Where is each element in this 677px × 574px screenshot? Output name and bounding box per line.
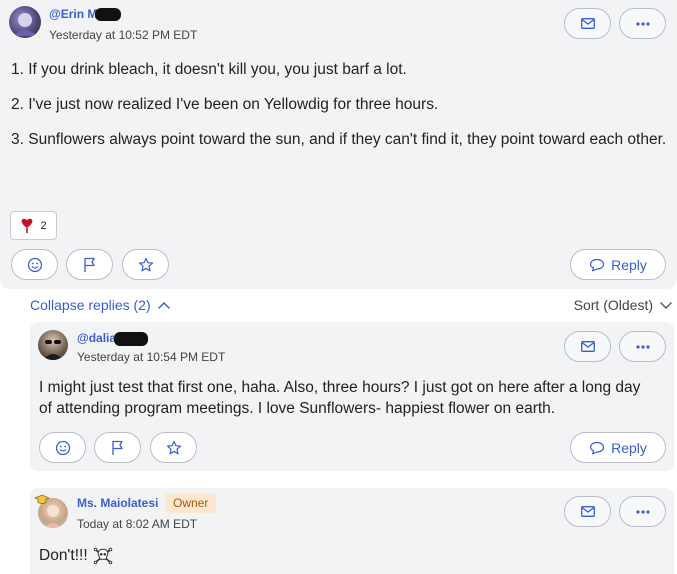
sort-dropdown[interactable]: Sort (Oldest) (574, 297, 673, 313)
more-options-button[interactable] (619, 8, 666, 39)
reply-body: I might just test that first one, haha. … (39, 379, 641, 417)
post-timestamp: Today at 8:02 AM EDT (77, 517, 198, 531)
bookmark-star-button[interactable] (122, 249, 169, 280)
chevron-up-icon (157, 301, 170, 309)
reaction-chip[interactable]: 2 (10, 211, 57, 240)
message-button[interactable] (564, 496, 611, 527)
author-name[interactable]: @dalia (77, 331, 149, 346)
more-options-button[interactable] (619, 331, 666, 362)
reply-card: Ms. Maiolatesi Owner Today at 8:02 AM ED… (30, 488, 674, 574)
post-body: 1. If you drink bleach, it doesn't kill … (11, 59, 671, 164)
graduation-cap-icon (34, 494, 50, 504)
flag-button[interactable] (94, 432, 141, 463)
collapse-replies-link[interactable]: Collapse replies (2) (30, 297, 171, 313)
post-paragraph: 1. If you drink bleach, it doesn't kill … (11, 61, 407, 78)
react-button[interactable] (39, 432, 86, 463)
reply-label: Reply (611, 439, 647, 456)
reply-button[interactable]: Reply (570, 249, 666, 280)
post-paragraph: 3. Sunflowers always point toward the su… (11, 131, 667, 148)
mail-icon (580, 341, 595, 352)
collapse-replies-label: Collapse replies (2) (30, 297, 151, 313)
flag-icon (83, 257, 95, 272)
author-name[interactable]: @Erin M (49, 7, 122, 22)
avatar[interactable] (38, 330, 68, 360)
author-name[interactable]: Ms. Maiolatesi (77, 496, 158, 510)
more-dots-icon (635, 21, 650, 26)
avatar-image-icon (13, 13, 37, 36)
star-icon (166, 440, 181, 454)
reply-button[interactable]: Reply (570, 432, 666, 463)
flag-icon (111, 440, 123, 455)
more-dots-icon (635, 344, 650, 349)
heart-icon (22, 218, 33, 233)
reply-text: Don't!!! (39, 547, 88, 564)
owner-badge: Owner (165, 493, 217, 513)
mail-icon (580, 506, 595, 517)
chevron-down-icon (660, 301, 672, 309)
smiley-icon (27, 257, 42, 272)
avatar[interactable] (9, 6, 41, 38)
message-button[interactable] (564, 8, 611, 39)
smiley-icon (55, 440, 70, 455)
speech-bubble-icon (589, 258, 605, 271)
redaction-mark (95, 8, 122, 22)
more-options-button[interactable] (619, 496, 666, 527)
post-paragraph: 2. I've just now realized I've been on Y… (11, 96, 439, 113)
skull-crossbones-icon (93, 547, 112, 564)
react-button[interactable] (11, 249, 58, 280)
bookmark-star-button[interactable] (150, 432, 197, 463)
reply-body: Don't!!! (39, 545, 339, 566)
post-timestamp: Yesterday at 10:54 PM EDT (77, 350, 226, 364)
avatar-image-icon (43, 340, 63, 360)
sort-label: Sort (Oldest) (573, 297, 653, 313)
message-button[interactable] (564, 331, 611, 362)
more-dots-icon (635, 509, 650, 514)
redaction-mark (114, 331, 149, 346)
post-timestamp: Yesterday at 10:52 PM EDT (49, 28, 198, 42)
flag-button[interactable] (66, 249, 113, 280)
star-icon (138, 257, 153, 271)
reply-card: @dalia Yesterday at 10:54 PM EDT I might… (30, 322, 674, 471)
reaction-count: 2 (40, 219, 47, 232)
reply-label: Reply (611, 256, 647, 273)
post-card-main: @Erin M Yesterday at 10:52 PM EDT 1. If … (0, 0, 677, 289)
speech-bubble-icon (589, 441, 605, 454)
mail-icon (580, 18, 595, 29)
